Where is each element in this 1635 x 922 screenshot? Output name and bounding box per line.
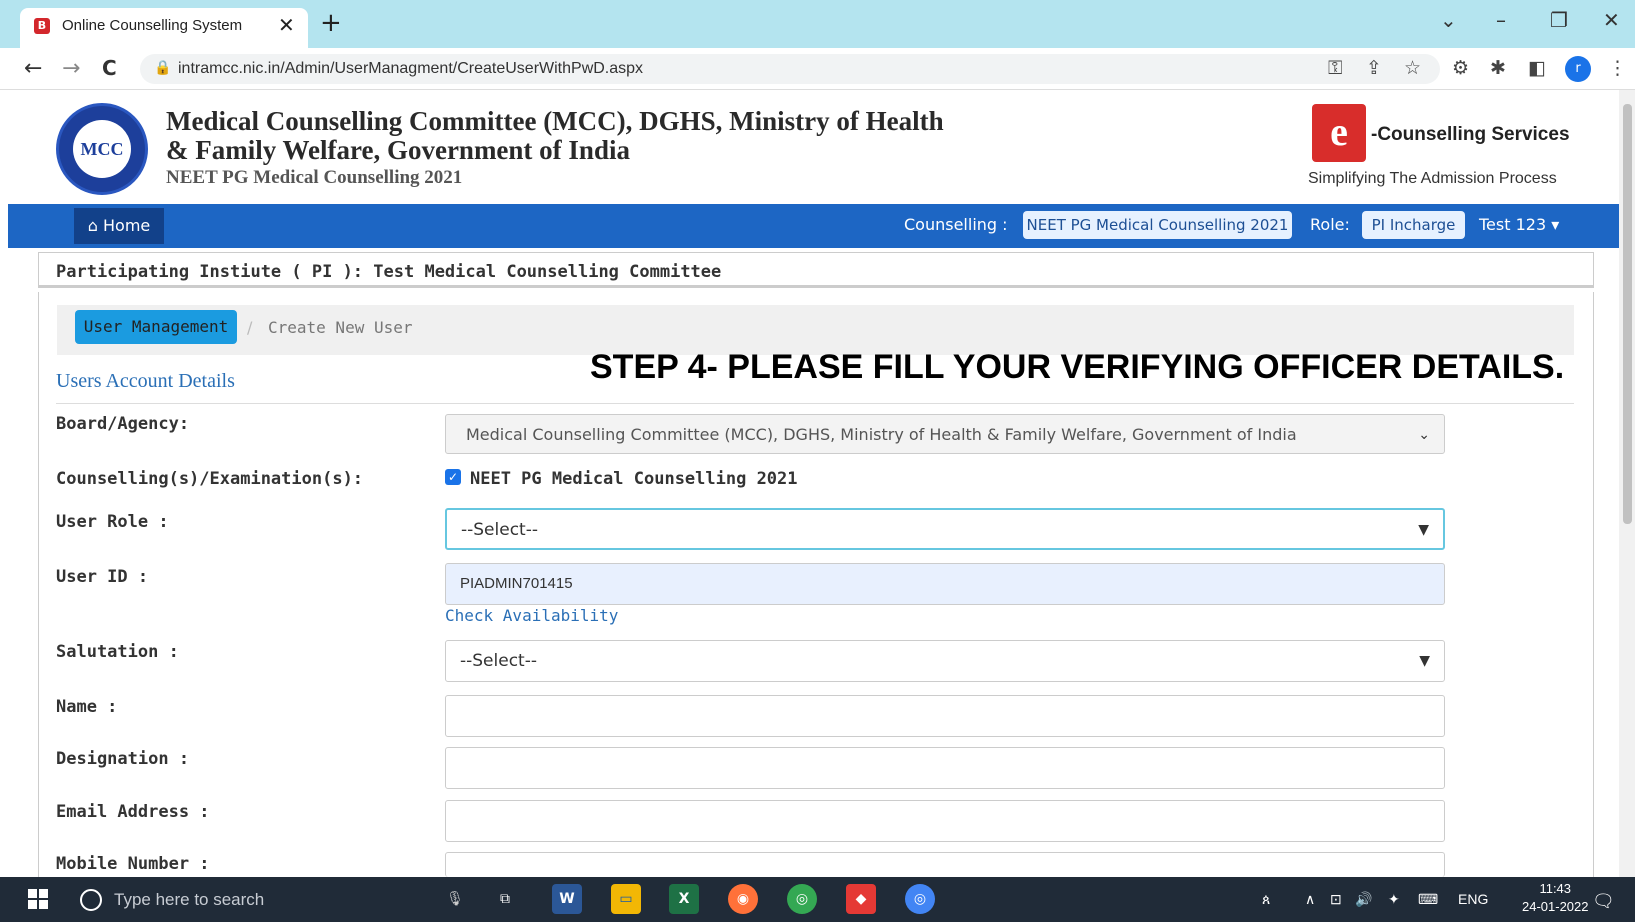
url-bar[interactable]: 🔒 intramcc.nic.in/Admin/UserManagment/Cr… [140,54,1440,84]
user-role-label: User Role : [56,512,169,532]
url-text[interactable]: intramcc.nic.in/Admin/UserManagment/Crea… [178,60,643,78]
home-button[interactable]: ⌂ Home [74,208,164,244]
anydesk-icon[interactable]: ◆ [846,884,876,914]
network-icon[interactable]: ⊡ [1330,891,1342,908]
firefox-icon[interactable]: ◉ [728,884,758,914]
tray-chevron-icon[interactable]: ∧ [1305,891,1315,908]
section-divider [56,403,1574,404]
scrollbar-thumb[interactable] [1623,104,1632,524]
home-icon: ⌂ [87,216,103,235]
email-input[interactable] [445,800,1445,842]
back-icon[interactable]: ← [24,56,42,81]
notifications-icon[interactable]: 🗨 [1592,891,1615,912]
puzzle-icon[interactable]: ✱ [1490,57,1506,79]
board-label: Board/Agency: [56,414,190,434]
salutation-select[interactable]: --Select-- ▼ [445,640,1445,682]
site-title: Medical Counselling Committee (MCC), DGH… [166,107,966,165]
breadcrumb-current: Create New User [268,318,413,337]
user-role-select[interactable]: --Select-- ▼ [445,508,1445,550]
lock-icon: 🔒 [154,60,172,76]
tab-search-chevron-icon[interactable]: ⌄ [1440,8,1457,32]
e-counselling-title: -Counselling Services [1371,124,1570,145]
caret-down-icon: ▼ [1419,653,1430,669]
new-tab-button[interactable]: + [320,10,342,36]
site-title-line1: Medical Counselling Committee (MCC), DGH… [166,106,944,136]
exam-label: Counselling(s)/Examination(s): [56,469,364,489]
chevron-down-icon: ⌄ [1418,427,1430,443]
favicon-icon: B [34,18,50,34]
exam-checkbox[interactable]: ✓ [445,469,461,485]
window-close-button[interactable]: ✕ [1603,8,1620,32]
clock[interactable]: 11:43 24-01-2022 [1522,880,1589,916]
e-counselling-tagline: Simplifying The Admission Process [1308,170,1557,187]
mcc-logo-text: MCC [73,120,131,178]
menu-dots-icon[interactable]: ⋮ [1608,57,1627,79]
clock-date: 24-01-2022 [1522,899,1589,914]
volume-icon[interactable]: 🔊 [1355,891,1372,908]
people-icon[interactable]: ጰ [1262,891,1270,908]
user-role-value: --Select-- [461,520,538,540]
share-icon[interactable]: ⇪ [1366,57,1382,79]
chrome-alt-icon[interactable]: ◎ [787,884,817,914]
caret-down-icon: ▼ [1418,522,1429,538]
microphone-icon[interactable]: 🎙 [440,884,470,914]
name-label: Name : [56,697,118,717]
role-label: Role: [1310,215,1350,234]
pi-title: Participating Instiute ( PI ): Test Medi… [56,262,722,282]
language-indicator[interactable]: ENG [1458,891,1488,907]
taskbar-search-input[interactable]: Type here to search [114,890,264,910]
task-view-icon[interactable]: ⧉ [490,884,520,914]
browser-tab[interactable]: B Online Counselling System ✕ [20,8,308,48]
breadcrumb-separator: / [247,318,253,337]
cortana-search-icon[interactable] [80,889,102,911]
mobile-label: Mobile Number : [56,854,210,874]
mcc-logo: MCC [56,103,148,195]
forward-icon[interactable]: → [62,56,80,81]
dropbox-icon[interactable]: ✦ [1388,891,1400,908]
breadcrumb-user-management[interactable]: User Management [75,310,237,344]
site-subtitle: NEET PG Medical Counselling 2021 [166,167,463,188]
site-title-line2: & Family Welfare, Government of India [166,135,630,165]
counselling-badge: NEET PG Medical Counselling 2021 [1023,211,1292,239]
counselling-label: Counselling : [904,215,1008,234]
e-counselling-logo: e [1312,104,1366,162]
salutation-value: --Select-- [460,651,537,671]
chrome-icon[interactable]: ◎ [905,884,935,914]
check-availability-link[interactable]: Check Availability [445,606,618,625]
excel-app-icon[interactable]: X [669,884,699,914]
word-app-icon[interactable]: W [552,884,582,914]
clock-time: 11:43 [1539,881,1572,896]
windows-start-icon[interactable] [28,889,48,909]
profile-avatar[interactable]: r [1565,56,1591,82]
home-label: Home [103,216,151,235]
reload-icon[interactable]: C [102,56,117,80]
file-explorer-icon[interactable]: ▭ [611,884,641,914]
board-select-value: Medical Counselling Committee (MCC), DGH… [466,425,1297,444]
tab-close-icon[interactable]: ✕ [278,13,295,37]
sidepanel-icon[interactable]: ◧ [1528,57,1546,79]
tab-title: Online Counselling System [62,17,243,34]
mobile-input[interactable] [445,852,1445,877]
name-input[interactable] [445,695,1445,737]
board-select[interactable]: Medical Counselling Committee (MCC), DGH… [445,414,1445,454]
designation-input[interactable] [445,747,1445,789]
address-bar-row: ← → C 🔒 intramcc.nic.in/Admin/UserManagm… [0,48,1635,90]
user-id-label: User ID : [56,567,149,587]
exam-checkbox-label[interactable]: NEET PG Medical Counselling 2021 [470,469,798,489]
role-badge: PI Incharge [1362,211,1465,239]
salutation-label: Salutation : [56,642,179,662]
section-title: Users Account Details [56,370,235,392]
minimize-button[interactable]: – [1496,8,1506,32]
user-menu[interactable]: Test 123 ▾ [1479,215,1559,234]
user-id-input[interactable]: PIADMIN701415 [445,563,1445,605]
star-icon[interactable]: ☆ [1404,57,1421,79]
designation-label: Designation : [56,749,190,769]
key-icon[interactable]: ⚿ [1328,57,1342,79]
restore-button[interactable]: ❐ [1550,8,1568,32]
keyboard-icon[interactable]: ⌨ [1418,891,1438,908]
email-label: Email Address : [56,802,210,822]
step-instruction-overlay: STEP 4- PLEASE FILL YOUR VERIFYING OFFIC… [590,348,1565,386]
extension-gear-icon[interactable]: ⚙ [1452,57,1469,79]
